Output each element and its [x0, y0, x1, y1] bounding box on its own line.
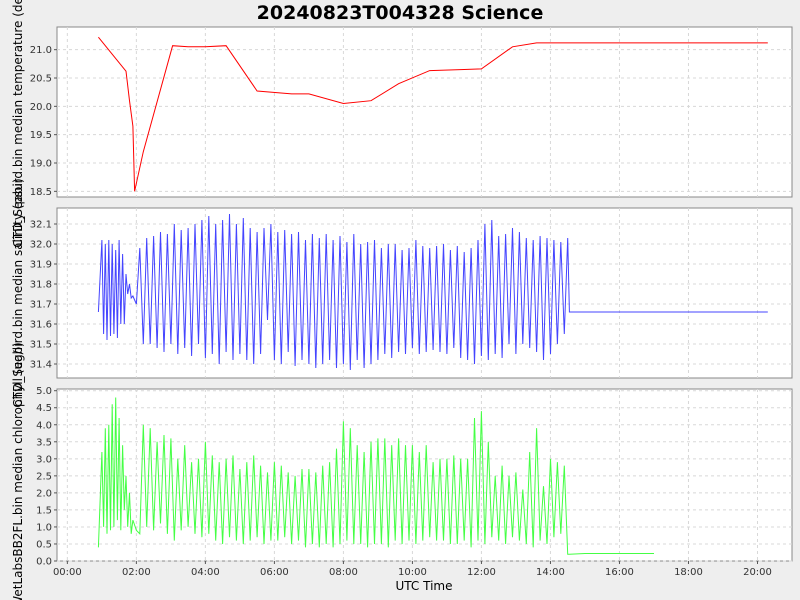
x-axis-label: UTC Time [396, 579, 453, 593]
y-tick-label: 20.0 [30, 102, 52, 113]
y-tick-label: 4.5 [36, 403, 52, 414]
y-tick-label: 21.0 [30, 45, 52, 56]
panel-2: 31.431.531.631.731.831.932.032.1CTD_Seab… [11, 178, 793, 408]
y-tick-label: 0.5 [36, 539, 52, 550]
y-tick-label: 19.0 [30, 159, 52, 170]
chart-title: 20240823T004328 Science [257, 2, 544, 24]
y-tick-label: 31.6 [30, 320, 52, 331]
y-tick-label: 20.5 [30, 74, 52, 85]
y-tick-label: 5.0 [36, 386, 52, 397]
y-tick-label: 31.4 [30, 360, 52, 371]
y-tick-label: 3.0 [36, 454, 52, 465]
y-tick-label: 3.5 [36, 437, 52, 448]
x-tick-label: 06:00 [260, 567, 289, 578]
plot-area [56, 26, 793, 198]
y-tick-label: 2.5 [36, 471, 52, 482]
y-tick-label: 4.0 [36, 420, 52, 431]
x-tick-label: 14:00 [536, 567, 565, 578]
y-tick-label: 19.5 [30, 130, 52, 141]
y-tick-label: 32.0 [30, 240, 52, 251]
x-tick-label: 10:00 [398, 567, 427, 578]
y-tick-label: 31.9 [30, 260, 52, 271]
x-tick-label: 00:00 [53, 567, 82, 578]
y-tick-label: 1.5 [36, 505, 52, 516]
y-tick-label: 18.5 [30, 187, 52, 198]
x-tick-label: 20:00 [743, 567, 772, 578]
x-tick-label: 16:00 [605, 567, 634, 578]
y-tick-label: 2.0 [36, 488, 52, 499]
x-tick-label: 18:00 [674, 567, 703, 578]
y-tick-label: 31.7 [30, 300, 52, 311]
y-axis-label: WetLabsBB2FL.bin median chlorophyll (ug/… [11, 342, 25, 600]
x-tick-label: 08:00 [329, 567, 358, 578]
x-tick-label: 12:00 [467, 567, 496, 578]
y-tick-label: 0.0 [36, 557, 52, 568]
panel-3: 0.0 0.5 1.0 1.5 2.0 2.5 3.0 3.5 4.0 4.5 5.0 WetLabs… [11, 342, 793, 600]
chart-panels: 18.519.019.520.020.521.0CTD_Seabird.bin … [11, 0, 793, 600]
x-tick-label: 04:00 [191, 567, 220, 578]
y-tick-label: 31.5 [30, 340, 52, 351]
y-tick-label: 31.8 [30, 280, 52, 291]
plot-area [56, 388, 793, 562]
y-tick-label: 32.1 [30, 220, 52, 231]
x-axis: 00:00 02:00 04:00 06:00 08:00 10:00 12:00 14:00… [53, 561, 772, 578]
y-tick-label: 1.0 [36, 522, 52, 533]
x-tick-label: 02:00 [122, 567, 151, 578]
chart: 20240823T004328 Science 18.5 19.0 19.5 20.0… [11, 0, 793, 600]
